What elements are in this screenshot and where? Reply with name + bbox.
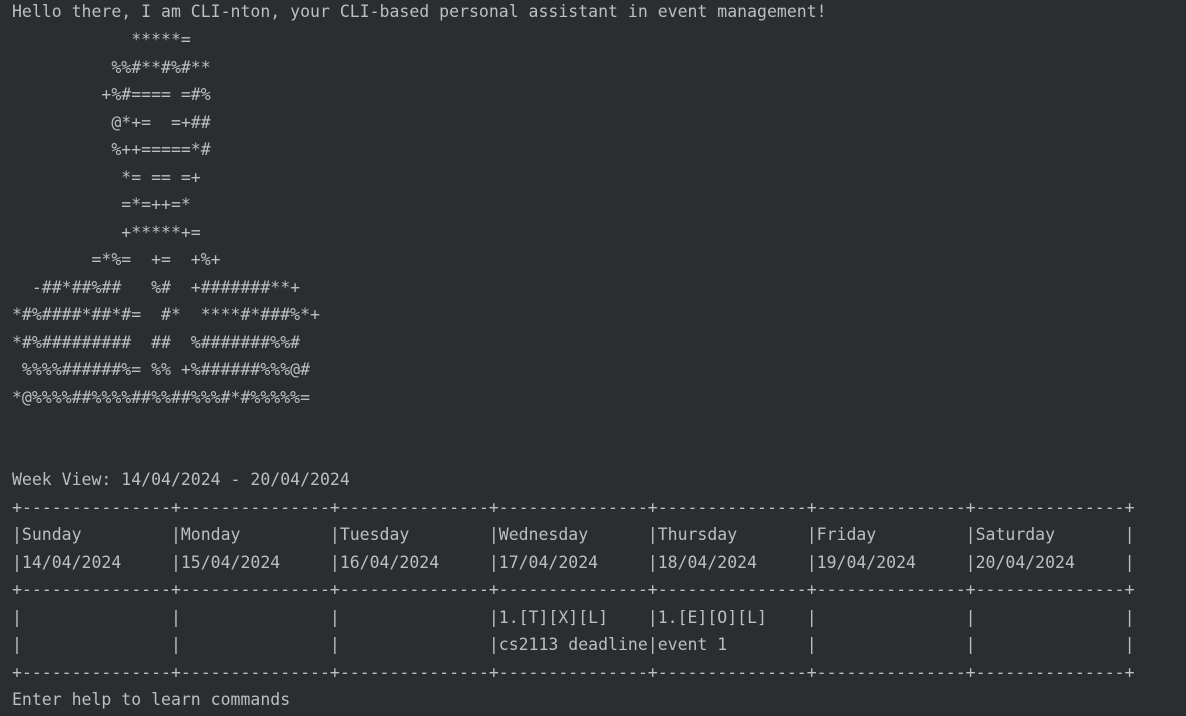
ascii-art-line: %++=====*# <box>12 140 211 159</box>
ascii-art-line: @*+= =+## <box>12 112 211 132</box>
greeting-line: Hello there, I am CLI-nton, your CLI-bas… <box>12 2 827 21</box>
table-row: | | | |cs2113 deadline|event 1 | | | <box>12 635 1135 654</box>
ascii-art-line: *#%####*##*#= #* ****#*###%*+ <box>12 305 320 324</box>
table-border-top: +---------------+---------------+-------… <box>12 497 1135 517</box>
table-border-bottom: +---------------+---------------+-------… <box>12 662 1135 682</box>
table-header-day-names: |Sunday |Monday |Tuesday |Wednesday |Thu… <box>12 525 1135 544</box>
ascii-art-line: %%%%######%= %% +%######%%%@# <box>12 360 311 379</box>
table-border-middle: +---------------+---------------+-------… <box>12 580 1135 599</box>
ascii-art-line: *= == =+ <box>12 167 201 187</box>
ascii-art-line: +*****+= <box>12 222 201 242</box>
ascii-art-line: -##*##%## %# +#######**+ <box>12 277 301 297</box>
ascii-art-line: +%#==== =#% <box>12 85 211 104</box>
table-header-dates: |14/04/2024 |15/04/2024 |16/04/2024 |17/… <box>12 552 1135 572</box>
ascii-art-line: *****= <box>12 30 191 49</box>
ascii-art-line: %%#**#%#** <box>12 57 211 77</box>
table-row: | | | |1.[T][X][L] |1.[E][O][L] | | | <box>12 607 1135 627</box>
terminal-output: Hello there, I am CLI-nton, your CLI-bas… <box>12 0 1182 716</box>
ascii-art-line: *#%######### ## %#######%%# <box>12 332 301 352</box>
ascii-art-line: *@%%%%##%%%%##%%##%%%#*#%%%%%= <box>12 387 311 407</box>
ascii-art-line: =*%= += +%+ <box>12 250 221 269</box>
command-prompt-hint: Enter help to learn commands <box>12 690 291 709</box>
week-view-title: Week View: 14/04/2024 - 20/04/2024 <box>12 470 350 489</box>
ascii-art-line: =*=++=* <box>12 195 191 214</box>
